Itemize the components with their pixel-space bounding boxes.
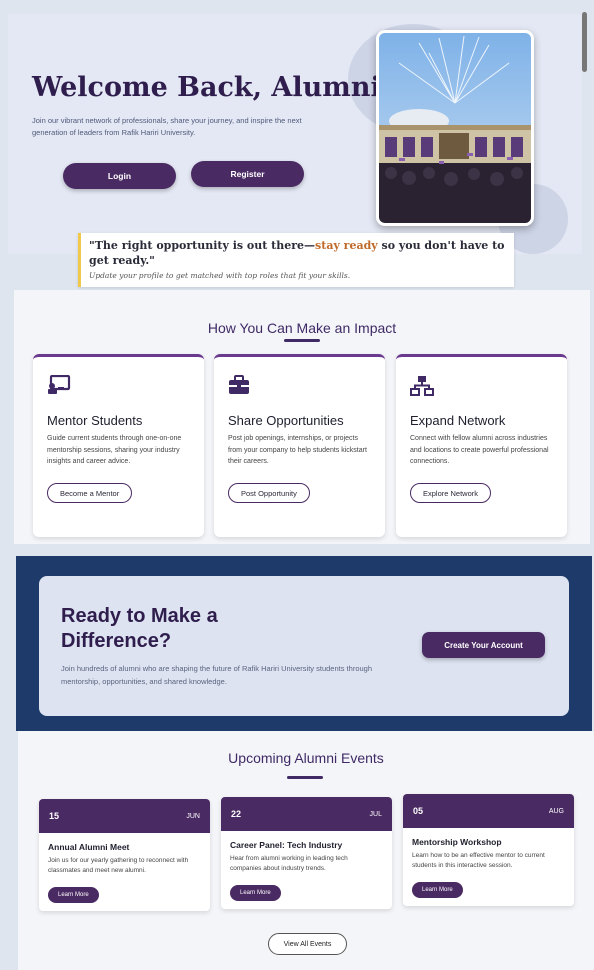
- mentor-card: Mentor Students Guide current students t…: [33, 354, 204, 537]
- event-day: 05: [413, 806, 424, 816]
- become-mentor-button[interactable]: Become a Mentor: [47, 483, 133, 503]
- event-month: JUN: [186, 812, 200, 820]
- card-title: Share Opportunities: [228, 413, 344, 428]
- event-text: Hear from alumni working in leading tech…: [230, 855, 348, 872]
- quote-highlight: stay ready: [315, 239, 378, 252]
- cta-title-line2: Difference?: [61, 630, 172, 652]
- event-text: Learn how to be an effective mentor to c…: [412, 852, 545, 869]
- event-day: 15: [49, 811, 60, 821]
- event-card: 15 JUN Annual Alumni Meet Join us for ou…: [39, 799, 210, 911]
- event-day: 22: [231, 809, 242, 819]
- hero-section: Welcome Back, Alumni! Join our vibrant n…: [8, 14, 582, 254]
- event-title: Mentorship Workshop: [412, 837, 502, 847]
- events-section: Upcoming Alumni Events 15 JUN Annual Alu…: [18, 731, 594, 970]
- title-underline: [284, 339, 320, 342]
- login-button[interactable]: Login: [63, 163, 176, 189]
- event-card: 22 JUL Career Panel: Tech Industry Hear …: [221, 797, 392, 909]
- opportunity-card: Share Opportunities Post job openings, i…: [214, 354, 385, 537]
- quote-subtext: Update your profile to get matched with …: [89, 271, 351, 280]
- event-title: Career Panel: Tech Industry: [230, 840, 343, 850]
- event-date-header: 05 AUG: [403, 794, 574, 828]
- motivational-quote: "The right opportunity is out there—stay…: [78, 233, 514, 287]
- network-card: Expand Network Connect with fellow alumn…: [396, 354, 567, 537]
- network-icon: [410, 375, 434, 402]
- register-button[interactable]: Register: [191, 161, 304, 187]
- card-text: Connect with fellow alumni across indust…: [410, 435, 549, 465]
- event-title: Annual Alumni Meet: [48, 842, 130, 852]
- quote-text: "The right opportunity is out there—stay…: [89, 238, 506, 268]
- cta-section: Ready to Make a Difference? Join hundreds…: [16, 556, 592, 731]
- learn-more-button[interactable]: Learn More: [230, 885, 281, 901]
- cta-title: Ready to Make a Difference?: [61, 604, 218, 654]
- card-title: Expand Network: [410, 413, 506, 428]
- event-text: Join us for our yearly gathering to reco…: [48, 857, 189, 874]
- card-title: Mentor Students: [47, 413, 143, 428]
- cta-title-line1: Ready to Make a: [61, 605, 218, 627]
- learn-more-button[interactable]: Learn More: [412, 882, 463, 898]
- briefcase-icon: [228, 375, 250, 400]
- hero-subtitle: Join our vibrant network of professional…: [32, 116, 302, 137]
- event-month: JUL: [369, 810, 382, 818]
- card-text: Post job openings, internships, or proje…: [228, 435, 367, 465]
- cta-panel: Ready to Make a Difference? Join hundreds…: [39, 576, 569, 716]
- learn-more-button[interactable]: Learn More: [48, 887, 99, 903]
- event-card: 05 AUG Mentorship Workshop Learn how to …: [403, 794, 574, 906]
- hero-title: Welcome Back, Alumni!: [32, 72, 393, 103]
- event-month: AUG: [548, 807, 564, 815]
- impact-title: How You Can Make an Impact: [207, 320, 397, 336]
- card-text: Guide current students through one-on-on…: [47, 435, 182, 465]
- impact-section: How You Can Make an Impact Mentor Studen…: [14, 290, 590, 544]
- post-opportunity-button[interactable]: Post Opportunity: [228, 483, 310, 503]
- events-title: Upcoming Alumni Events: [228, 750, 384, 766]
- create-account-button[interactable]: Create Your Account: [422, 632, 545, 658]
- scrollbar[interactable]: [582, 12, 587, 72]
- event-date-header: 15 JUN: [39, 799, 210, 833]
- graduation-photo: [376, 30, 534, 226]
- explore-network-button[interactable]: Explore Network: [410, 483, 492, 503]
- title-underline: [287, 776, 323, 779]
- view-all-events-button[interactable]: View All Events: [268, 933, 347, 955]
- teacher-board-icon: [47, 374, 71, 400]
- cta-text: Join hundreds of alumni who are shaping …: [61, 664, 372, 686]
- event-date-header: 22 JUL: [221, 797, 392, 831]
- quote-text-before: "The right opportunity is out there—: [89, 239, 316, 252]
